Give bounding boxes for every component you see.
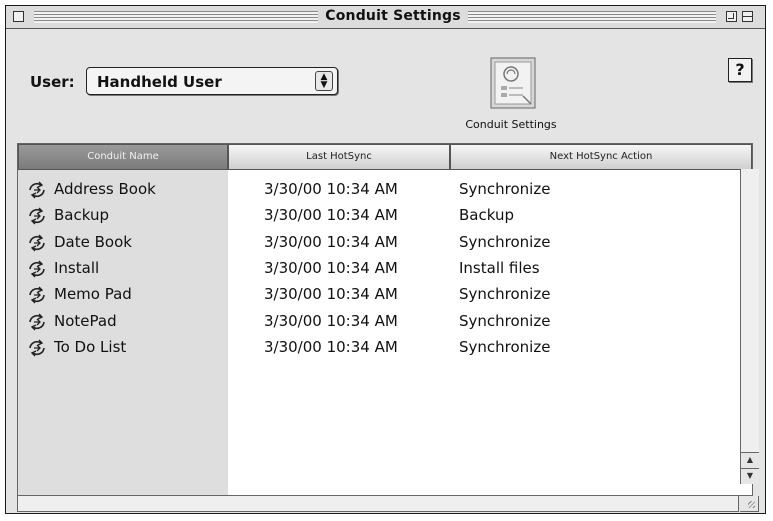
conduit-settings-button[interactable] bbox=[487, 56, 539, 110]
title-bar[interactable]: Conduit Settings bbox=[6, 6, 765, 29]
conduit-name-cell: NotePad bbox=[54, 311, 117, 330]
conduit-arrows-icon bbox=[27, 286, 47, 304]
zoom-box[interactable] bbox=[726, 11, 737, 22]
conduit-settings-window: Conduit Settings User: Handheld User ▲ ▼ … bbox=[5, 5, 766, 514]
collapse-box[interactable] bbox=[742, 11, 753, 22]
conduit-name-cell: Install bbox=[54, 258, 100, 277]
help-button[interactable]: ? bbox=[728, 58, 752, 82]
table-header: Conduit Name Last HotSync Next HotSync A… bbox=[18, 144, 752, 170]
conduit-list: Conduit Name Last HotSync Next HotSync A… bbox=[17, 143, 753, 496]
next-action-cell: Install files bbox=[459, 258, 540, 277]
next-action-cell: Synchronize bbox=[459, 285, 551, 304]
last-hotsync-cell: 3/30/00 10:34 AM bbox=[264, 285, 398, 304]
scroll-up-arrow-icon[interactable]: ▲ bbox=[741, 452, 759, 468]
table-row[interactable]: To Do List 3/30/00 10:34 AM Synchronize bbox=[18, 335, 740, 361]
conduit-arrows-icon bbox=[27, 313, 47, 331]
next-action-cell: Synchronize bbox=[459, 232, 551, 251]
last-hotsync-cell: 3/30/00 10:34 AM bbox=[264, 258, 398, 277]
close-box[interactable] bbox=[13, 11, 24, 22]
column-header-conduit-name[interactable]: Conduit Name bbox=[18, 144, 228, 170]
resize-grip-icon[interactable] bbox=[740, 496, 759, 512]
last-hotsync-cell: 3/30/00 10:34 AM bbox=[264, 206, 398, 225]
table-row[interactable]: Address Book 3/30/00 10:34 AM Synchronize bbox=[18, 177, 740, 203]
column-header-last-hotsync[interactable]: Last HotSync bbox=[228, 144, 450, 170]
user-label: User: bbox=[30, 73, 75, 91]
table-row[interactable]: Memo Pad 3/30/00 10:34 AM Synchronize bbox=[18, 282, 740, 308]
next-action-cell: Backup bbox=[459, 206, 514, 225]
table-row[interactable]: Date Book 3/30/00 10:34 AM Synchronize bbox=[18, 230, 740, 256]
conduit-arrows-icon bbox=[27, 181, 47, 199]
conduit-name-cell: Memo Pad bbox=[54, 285, 132, 304]
conduit-arrows-icon bbox=[27, 207, 47, 225]
conduit-name-cell: Address Book bbox=[54, 180, 156, 198]
table-row[interactable]: Backup 3/30/00 10:34 AM Backup bbox=[18, 203, 740, 229]
vertical-scrollbar[interactable]: ▲ ▼ bbox=[740, 169, 759, 484]
conduit-settings-icon bbox=[490, 57, 536, 109]
last-hotsync-cell: 3/30/00 10:34 AM bbox=[264, 232, 398, 251]
window-title: Conduit Settings bbox=[325, 8, 461, 24]
conduit-arrows-icon bbox=[27, 234, 47, 252]
conduit-arrows-icon bbox=[27, 260, 47, 278]
conduit-name-cell: To Do List bbox=[54, 337, 127, 356]
title-stripes-right bbox=[468, 11, 716, 23]
next-action-cell: Synchronize bbox=[459, 311, 551, 330]
conduit-name-cell: Backup bbox=[54, 206, 109, 225]
user-popup-menu[interactable]: Handheld User ▲ ▼ bbox=[86, 67, 338, 95]
conduit-name-cell: Date Book bbox=[54, 232, 132, 251]
popup-arrows-icon: ▲ ▼ bbox=[315, 71, 333, 91]
title-stripes-left bbox=[34, 11, 318, 23]
last-hotsync-cell: 3/30/00 10:34 AM bbox=[264, 180, 398, 198]
table-row[interactable]: NotePad 3/30/00 10:34 AM Synchronize bbox=[18, 309, 740, 335]
horizontal-scrollbar[interactable] bbox=[17, 496, 739, 512]
next-action-cell: Synchronize bbox=[459, 337, 551, 356]
conduit-settings-label: Conduit Settings bbox=[465, 118, 557, 131]
column-header-next-action[interactable]: Next HotSync Action bbox=[450, 144, 752, 170]
table-row[interactable]: Install 3/30/00 10:34 AM Install files bbox=[18, 256, 740, 282]
last-hotsync-cell: 3/30/00 10:34 AM bbox=[264, 311, 398, 330]
user-popup-value: Handheld User bbox=[97, 73, 222, 91]
scroll-down-arrow-icon[interactable]: ▼ bbox=[741, 468, 759, 484]
next-action-cell: Synchronize bbox=[459, 180, 551, 198]
conduit-arrows-icon bbox=[27, 339, 47, 357]
last-hotsync-cell: 3/30/00 10:34 AM bbox=[264, 337, 398, 356]
